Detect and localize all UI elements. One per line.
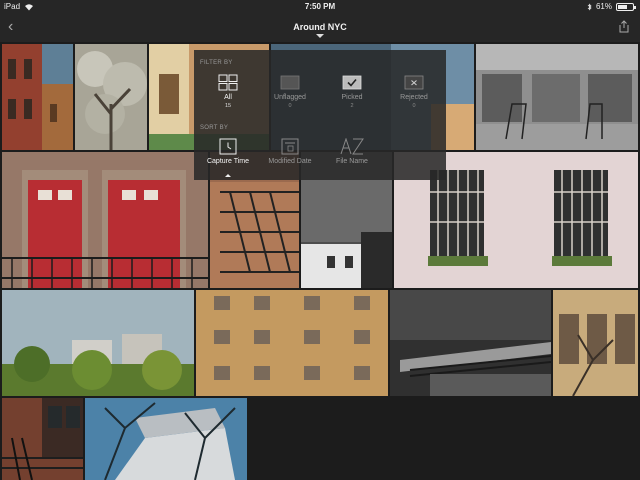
filter-unflagged-count: 0 [288,103,292,109]
filter-rejected-option[interactable]: Rejected 0 [384,74,444,109]
unflagged-icon [280,74,300,91]
sort-capture-time-label: Capture Time [206,158,250,165]
battery-icon [616,2,636,11]
clock-icon [218,138,238,155]
sort-by-header: SORT BY [200,125,229,131]
filter-rejected-count: 0 [412,103,416,109]
filter-rejected-label: Rejected [400,94,428,101]
sort-modified-date-option[interactable]: Modified Date [260,138,320,165]
battery-percent: 61% [595,2,612,11]
photo-brick-building[interactable] [2,44,73,150]
photo-yellow-facade[interactable] [553,290,638,396]
photo-trees-skyline[interactable] [2,290,194,396]
filter-sort-panel: FILTER BY All 15 Unflagged 0 Picked 2 Re… [194,50,446,180]
caret-down-icon [316,34,324,38]
filter-picked-count: 2 [350,103,354,109]
sort-file-name-label: File Name [336,158,368,165]
photo-white-house-tree[interactable] [85,398,247,480]
filter-picked-option[interactable]: Picked 2 [322,74,382,109]
bluetooth-icon [587,3,592,10]
filter-all-count: 15 [224,103,232,109]
grid-icon [218,74,238,91]
filter-all-option[interactable]: All 15 [198,74,258,109]
filter-unflagged-option[interactable]: Unflagged 0 [260,74,320,109]
az-icon [340,137,364,155]
album-title[interactable]: Around NYC [0,22,640,32]
share-icon[interactable] [618,20,630,33]
photo-red-doors[interactable] [2,152,208,288]
sort-capture-time-option[interactable]: Capture Time [198,138,258,165]
sort-modified-date-label: Modified Date [268,158,312,165]
status-bar: iPad 7:50 PM 61% [0,0,640,14]
photo-bw-train[interactable] [390,290,551,396]
picked-flag-icon [342,74,362,91]
sort-file-name-option[interactable]: File Name [322,137,382,165]
photo-tree-blossom[interactable] [75,44,147,150]
calendar-icon [280,138,300,155]
filter-all-label: All [224,94,232,101]
photo-bw-garage[interactable] [476,44,638,150]
filter-unflagged-label: Unflagged [274,94,306,101]
status-time: 7:50 PM [304,2,336,11]
filter-picked-label: Picked [341,94,363,101]
photo-brick-stoop[interactable] [2,398,83,480]
selected-sort-indicator [225,174,231,177]
photo-tan-apartments[interactable] [196,290,388,396]
filter-by-header: FILTER BY [200,60,233,66]
rejected-flag-icon [404,74,424,91]
nav-bar: ‹ Around NYC [0,14,640,42]
